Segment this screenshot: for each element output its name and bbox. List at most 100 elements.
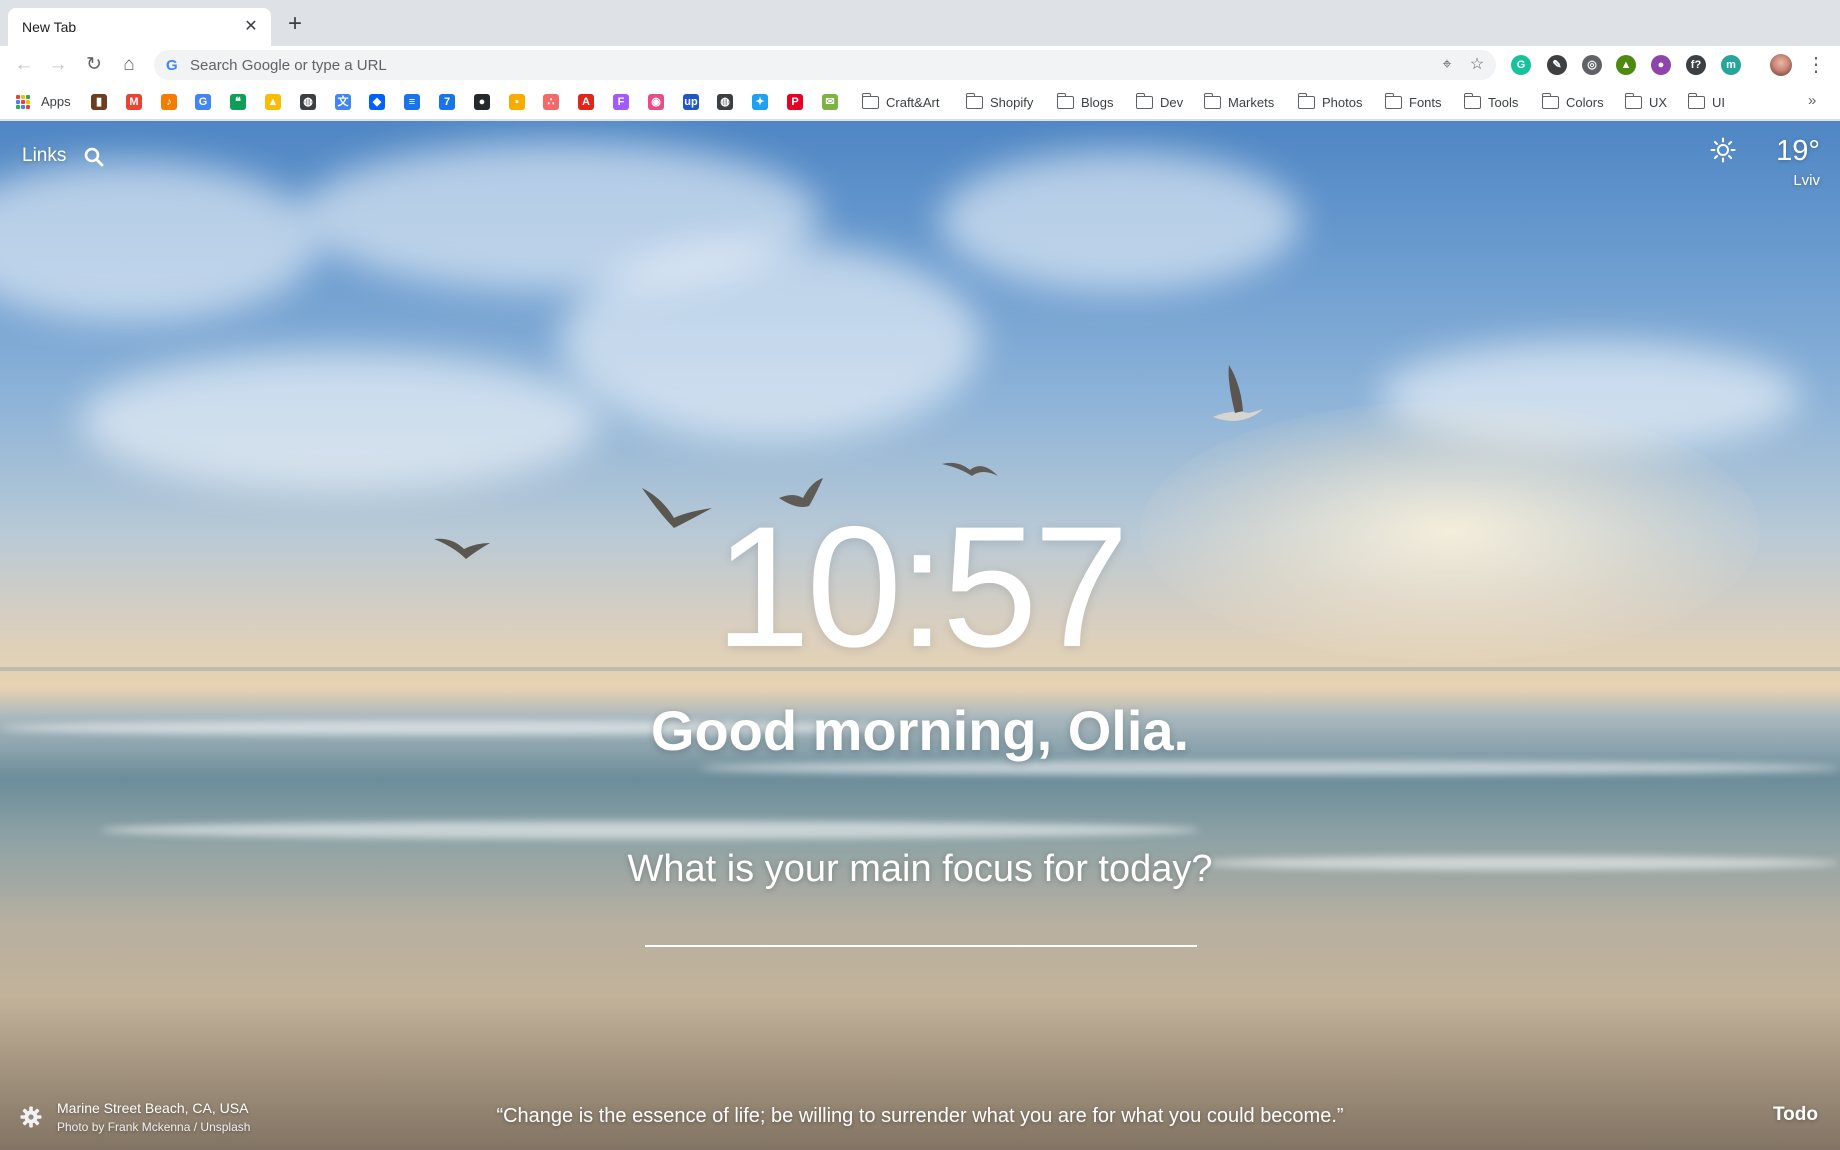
whatfont-extension-icon[interactable]: f? [1686, 55, 1706, 75]
folder-icon [1624, 92, 1642, 109]
bookmark-folder-label: Tools [1488, 94, 1519, 110]
analytics-bookmark-icon[interactable]: ▪ [509, 94, 525, 110]
teal-extension-extension-icon[interactable]: m [1721, 55, 1741, 75]
cloud [560, 241, 980, 441]
bookmark-folder[interactable]: Fonts [1384, 92, 1442, 111]
google-icon: G [166, 57, 178, 74]
home-icon[interactable]: ⌂ [117, 53, 141, 77]
asana-bookmark-icon[interactable]: ∴ [543, 94, 559, 110]
seagull [940, 456, 1000, 486]
seagull [1205, 361, 1265, 431]
avatar[interactable] [1770, 54, 1792, 76]
bookmark-folder[interactable]: Colors [1541, 92, 1604, 111]
folder-icon [1463, 92, 1481, 109]
tab-strip: New Tab ✕ + [0, 0, 1840, 46]
todo-button[interactable]: Todo [1773, 1104, 1818, 1126]
sun-icon [1710, 137, 1736, 163]
calendar-bookmark-icon[interactable]: 7 [439, 94, 455, 110]
omnibox[interactable]: G ⌖ ☆ [154, 50, 1496, 80]
bookmark-folder[interactable]: UI [1687, 92, 1725, 111]
wave [100, 821, 1200, 839]
tab-new-tab[interactable]: New Tab ✕ [8, 8, 271, 46]
drive-bookmark-icon[interactable]: ▲ [265, 94, 281, 110]
folder-icon [1056, 92, 1074, 109]
weather-widget[interactable]: 19° Lviv [1710, 135, 1820, 195]
tab-title: New Tab [22, 19, 77, 35]
bookmark-folder-label: Shopify [990, 94, 1034, 110]
folder-icon [1135, 92, 1153, 109]
bookmark-apps-label: Apps [41, 94, 71, 109]
buffer-bookmark-icon[interactable]: ≡ [404, 94, 420, 110]
bookmark-folder[interactable]: Tools [1463, 92, 1519, 111]
reload-icon[interactable]: ↻ [82, 53, 106, 77]
extension-badge-extension-icon[interactable]: ◎ [1582, 55, 1602, 75]
arrow-right-icon[interactable]: → [46, 53, 70, 77]
bookmark-folder-label: Colors [1566, 94, 1604, 110]
search-icon[interactable] [84, 147, 104, 167]
wave [700, 761, 1840, 775]
cloud [940, 151, 1300, 291]
focus-question: What is your main focus for today? [627, 848, 1213, 890]
folder-icon [1384, 92, 1402, 109]
bookmark-folder-label: Fonts [1409, 94, 1442, 110]
color-picker-extension-icon[interactable]: ✎ [1547, 55, 1567, 75]
weather-city: Lviv [1793, 172, 1820, 189]
grammarly-extension-icon[interactable]: G [1511, 55, 1531, 75]
pinterest-bookmark-icon[interactable]: P [787, 94, 803, 110]
folder-icon [861, 92, 879, 109]
folder-icon [1203, 92, 1221, 109]
bookmark-folder-label: Markets [1228, 94, 1275, 110]
folder-icon [1541, 92, 1559, 109]
arrow-left-icon[interactable]: ← [12, 53, 36, 77]
bookmark-folder[interactable]: Markets [1203, 92, 1275, 111]
translate-bookmark-icon[interactable]: 文 [335, 94, 351, 110]
bookmark-folder[interactable]: Dev [1135, 92, 1184, 111]
plus-icon[interactable]: + [283, 12, 307, 37]
momentum-background: Links 19° Lviv 10:57 Good morning, Olia.… [0, 121, 1840, 1150]
notebook-bookmark-icon[interactable]: ▮ [91, 94, 107, 110]
folder-icon [1297, 92, 1315, 109]
location-icon[interactable]: ⌖ [1437, 55, 1457, 75]
twitter-bookmark-icon[interactable]: ✦ [752, 94, 768, 110]
google-bookmark-icon[interactable]: G [195, 94, 211, 110]
upwork-bookmark-icon[interactable]: up [683, 94, 699, 110]
globe-bookmark-icon[interactable]: ◍ [300, 94, 316, 110]
figma-bookmark-icon[interactable]: F [613, 94, 629, 110]
bookmark-folder[interactable]: Photos [1297, 92, 1363, 111]
close-icon[interactable]: ✕ [241, 17, 261, 37]
music-bookmark-icon[interactable]: ♪ [161, 94, 177, 110]
bookmark-folder[interactable]: UX [1624, 92, 1667, 111]
hangouts-bookmark-icon[interactable]: ❝ [230, 94, 246, 110]
dropbox-bookmark-icon[interactable]: ◆ [369, 94, 385, 110]
bookmark-folder[interactable]: Craft&Art [861, 92, 940, 111]
adobe-bookmark-icon[interactable]: A [578, 94, 594, 110]
weather-temperature: 19° [1776, 135, 1820, 167]
focus-input[interactable] [645, 911, 1197, 947]
bookmark-folder-label: Photos [1322, 94, 1363, 110]
star-icon[interactable]: ☆ [1467, 55, 1487, 75]
github-bookmark-icon[interactable]: ● [474, 94, 490, 110]
bookmark-folder-label: Craft&Art [886, 94, 940, 110]
clock: 10:57 [714, 491, 1129, 683]
more-vert-icon[interactable]: ⋮ [1806, 53, 1826, 77]
bookmark-folder-label: UI [1712, 94, 1725, 110]
html-validator-extension-icon[interactable]: ▲ [1616, 55, 1636, 75]
links-button[interactable]: Links [22, 145, 66, 167]
cloud [0, 161, 320, 321]
bookmarks-bar: Apps ▮ M ♪ G ❝ ▲ ◍ 文 ◆ ≡ 7 ● ▪ ∴ A F ◉ up ◍ ✦ P ✉ Craft&Art Sh… [0, 84, 1840, 120]
envelope-bookmark-icon[interactable]: ✉ [822, 94, 838, 110]
chevron-double-right-icon[interactable]: » [1808, 92, 1816, 109]
bookmark-folder[interactable]: Blogs [1056, 92, 1114, 111]
purple-extension-extension-icon[interactable]: ● [1651, 55, 1671, 75]
omnibox-input[interactable] [190, 50, 1370, 80]
bookmark-folder-label: Blogs [1081, 94, 1114, 110]
globe-2-bookmark-icon[interactable]: ◍ [717, 94, 733, 110]
folder-icon [1687, 92, 1705, 109]
apps-grid-icon [16, 95, 30, 109]
gmail-bookmark-icon[interactable]: M [126, 94, 142, 110]
browser-toolbar: ← → ↻ ⌂ G ⌖ ☆ G ✎ ◎ ▲ ● f? m ⋮ [0, 46, 1840, 84]
cloud [80, 351, 600, 491]
bookmark-folder-label: Dev [1160, 94, 1184, 110]
dribbble-bookmark-icon[interactable]: ◉ [648, 94, 664, 110]
bookmark-folder[interactable]: Shopify [965, 92, 1034, 111]
